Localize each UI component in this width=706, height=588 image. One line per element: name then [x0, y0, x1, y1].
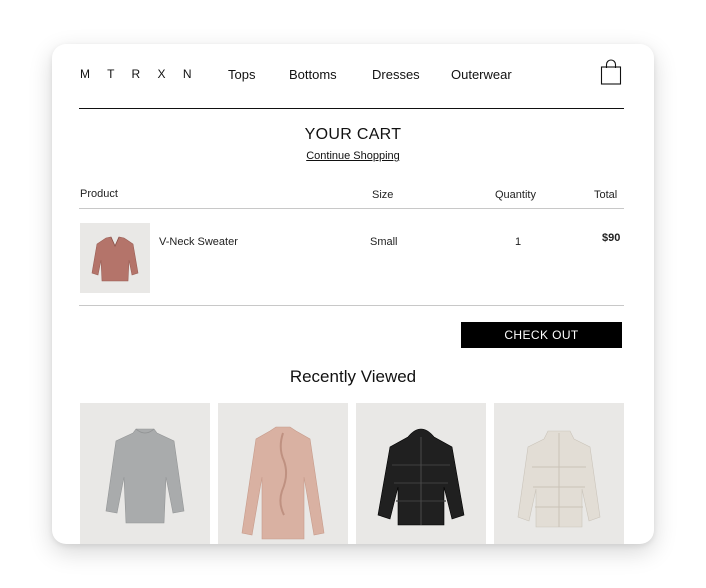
cart-row-divider [79, 305, 624, 306]
checkout-button[interactable]: CHECK OUT [461, 322, 622, 348]
store-page: M T R X N Tops Bottoms Dresses Outerwear… [52, 44, 654, 544]
column-header-product: Product [80, 188, 118, 200]
header-divider [79, 108, 624, 109]
product-name[interactable]: V-Neck Sweater [159, 236, 238, 248]
continue-shopping-link-wrap: Continue Shopping [52, 150, 654, 162]
recently-viewed-title: Recently Viewed [289, 367, 417, 386]
nav-link-tops[interactable]: Tops [228, 67, 255, 82]
page-title: YOUR CART [304, 126, 402, 143]
nav-link-outerwear[interactable]: Outerwear [451, 67, 512, 82]
shopping-bag-icon[interactable] [599, 58, 623, 86]
grey-sweater-photo[interactable] [80, 403, 210, 544]
table-header-divider [79, 208, 624, 209]
column-header-size: Size [372, 189, 394, 201]
nav-link-bottoms[interactable]: Bottoms [289, 67, 337, 82]
black-puffer-jacket-photo[interactable] [356, 403, 486, 544]
continue-shopping-link[interactable]: Continue Shopping [306, 150, 400, 162]
cream-puffer-jacket-photo[interactable] [494, 403, 624, 544]
site-header: M T R X N Tops Bottoms Dresses Outerwear [52, 44, 654, 108]
store-logo[interactable]: M T R X N [80, 67, 199, 81]
sweater-thumbnail[interactable] [80, 223, 150, 293]
product-size: Small [370, 236, 398, 248]
column-header-total: Total [594, 189, 618, 201]
product-total: $90 [602, 232, 621, 244]
product-quantity[interactable]: 1 [515, 236, 521, 248]
nav-link-dresses[interactable]: Dresses [372, 67, 420, 82]
pink-ruffle-blouse-photo[interactable] [218, 403, 348, 544]
column-header-quantity: Quantity [495, 189, 536, 201]
